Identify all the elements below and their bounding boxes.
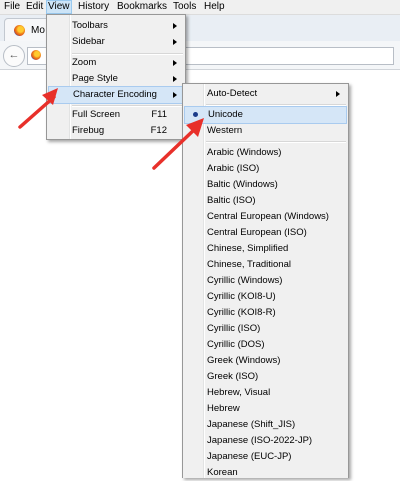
submenu-arrow-icon	[173, 23, 177, 29]
encoding-item[interactable]: Greek (Windows)	[185, 353, 346, 369]
encoding-item[interactable]: Cyrillic (KOI8-R)	[185, 305, 346, 321]
menu-item-label: Greek (Windows)	[207, 355, 281, 366]
encoding-item[interactable]: Hebrew	[185, 401, 346, 417]
encoding-item[interactable]: Chinese, Simplified	[185, 241, 346, 257]
encoding-item[interactable]: Korean	[185, 465, 346, 481]
menu-bookmarks[interactable]: Bookmarks	[116, 0, 168, 14]
menu-item-label: Cyrillic (Windows)	[207, 275, 283, 286]
menu-item-label: Cyrillic (KOI8-R)	[207, 307, 276, 318]
menu-item-label: Chinese, Simplified	[207, 243, 289, 254]
menu-file[interactable]: File	[3, 0, 21, 14]
menu-item-label: Baltic (Windows)	[207, 179, 278, 190]
menu-item-label: Baltic (ISO)	[207, 195, 256, 206]
menu-tools[interactable]: Tools	[172, 0, 197, 14]
menu-item-label: Japanese (ISO-2022-JP)	[207, 435, 313, 446]
menu-separator	[206, 141, 346, 143]
menu-item-label: Full Screen	[72, 109, 121, 120]
encoding-item[interactable]: Chinese, Traditional	[185, 257, 346, 273]
menu-help[interactable]: Help	[203, 0, 226, 14]
menu-item-label: Cyrillic (KOI8-U)	[207, 291, 276, 302]
encoding-item[interactable]: Cyrillic (Windows)	[185, 273, 346, 289]
menu-item-label: Firebug	[72, 125, 105, 136]
tab-title: Mo	[31, 25, 45, 36]
view-menu-page-style[interactable]: Page Style	[49, 71, 183, 87]
menu-item-label: Hebrew	[207, 403, 240, 414]
encoding-item[interactable]: Central European (ISO)	[185, 225, 346, 241]
encoding-item[interactable]: Japanese (ISO-2022-JP)	[185, 433, 346, 449]
encoding-western[interactable]: Western	[185, 123, 346, 139]
encoding-item[interactable]: Cyrillic (KOI8-U)	[185, 289, 346, 305]
menu-item-label: Greek (ISO)	[207, 371, 259, 382]
encoding-item[interactable]: Baltic (ISO)	[185, 193, 346, 209]
submenu-arrow-icon	[173, 60, 177, 66]
menu-item-label: Unicode	[208, 109, 243, 120]
site-identity-icon	[31, 50, 41, 60]
menu-item-label: Cyrillic (DOS)	[207, 339, 265, 350]
encoding-item[interactable]: Cyrillic (DOS)	[185, 337, 346, 353]
encoding-item[interactable]: Baltic (Windows)	[185, 177, 346, 193]
menu-item-label: Arabic (ISO)	[207, 163, 260, 174]
encoding-item[interactable]: Arabic (ISO)	[185, 161, 346, 177]
menu-item-label: Sidebar	[72, 36, 105, 47]
back-button[interactable]: ←	[3, 45, 25, 67]
menu-view[interactable]: View	[46, 0, 72, 14]
menu-history[interactable]: History	[77, 0, 110, 14]
encoding-item[interactable]: Cyrillic (ISO)	[185, 321, 346, 337]
view-menu-toolbars[interactable]: Toolbars	[49, 18, 183, 34]
menu-item-label: Arabic (Windows)	[207, 147, 282, 158]
submenu-arrow-icon	[173, 92, 177, 98]
menu-item-label: Japanese (Shift_JIS)	[207, 419, 296, 430]
encoding-item[interactable]: Greek (ISO)	[185, 369, 346, 385]
menu-item-label: Cyrillic (ISO)	[207, 323, 261, 334]
submenu-arrow-icon	[173, 39, 177, 45]
submenu-arrow-icon	[173, 76, 177, 82]
back-arrow-icon: ←	[8, 49, 20, 61]
submenu-arrow-icon	[336, 91, 340, 97]
menu-item-label: Western	[207, 125, 243, 136]
firefox-icon	[14, 25, 25, 36]
encoding-item[interactable]: Japanese (Shift_JIS)	[185, 417, 346, 433]
encoding-item[interactable]: Central European (Windows)	[185, 209, 346, 225]
menu-item-label: Central European (Windows)	[207, 211, 329, 222]
menu-item-label: Chinese, Traditional	[207, 259, 291, 270]
menu-item-label: Korean	[207, 467, 238, 478]
menu-item-label: Central European (ISO)	[207, 227, 307, 238]
menu-item-label: Toolbars	[72, 20, 108, 31]
view-menu-sidebar[interactable]: Sidebar	[49, 34, 183, 50]
menu-item-label: Hebrew, Visual	[207, 387, 271, 398]
view-menu-zoom[interactable]: Zoom	[49, 55, 183, 71]
menu-item-label: Page Style	[72, 73, 118, 84]
menu-item-label: Zoom	[72, 57, 97, 68]
menu-item-label: Japanese (EUC-JP)	[207, 451, 292, 462]
menu-edit[interactable]: Edit	[25, 0, 44, 14]
menu-item-label: Auto-Detect	[207, 88, 258, 99]
menu-bar: File Edit View History Bookmarks Tools H…	[0, 0, 400, 15]
encoding-item[interactable]: Japanese (EUC-JP)	[185, 449, 346, 465]
annotation-arrow-icon	[152, 118, 204, 170]
annotation-arrow-icon	[18, 88, 58, 129]
encoding-auto-detect[interactable]: Auto-Detect	[185, 86, 346, 102]
encoding-unicode[interactable]: Unicode	[184, 106, 347, 124]
view-menu-character-encoding[interactable]: Character Encoding	[48, 86, 184, 104]
menu-item-label: Character Encoding	[73, 89, 157, 100]
encoding-item[interactable]: Arabic (Windows)	[185, 145, 346, 161]
encoding-item[interactable]: Hebrew, Visual	[185, 385, 346, 401]
